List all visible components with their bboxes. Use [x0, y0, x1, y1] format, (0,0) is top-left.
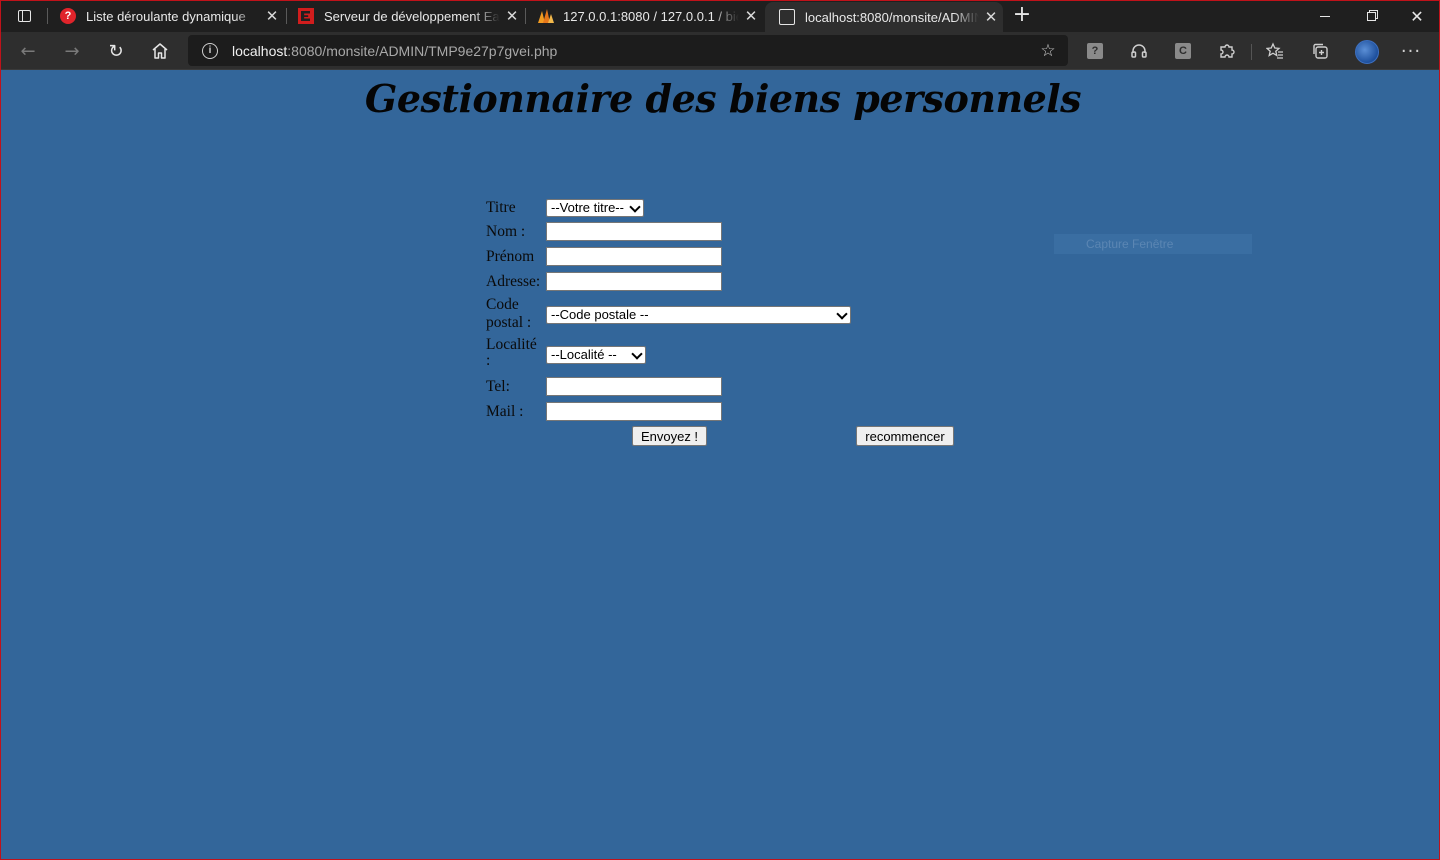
window-border	[0, 0, 1440, 860]
favorites-button[interactable]	[1264, 40, 1286, 62]
capture-window-overlay[interactable]: Capture Fenêtre	[1054, 234, 1252, 254]
forward-button[interactable]: →	[57, 36, 87, 66]
mail-input[interactable]	[546, 402, 722, 421]
phpmyadmin-favicon-icon	[537, 8, 554, 24]
submit-button[interactable]: Envoyez !	[632, 426, 707, 446]
tab-title: Liste déroulante dynamique	[86, 8, 246, 24]
nom-label: Nom :	[486, 223, 526, 240]
c-extension-icon: C	[1175, 43, 1191, 59]
puzzle-icon	[1220, 44, 1235, 58]
easyphp-favicon-icon	[298, 8, 314, 24]
home-button[interactable]	[145, 36, 175, 66]
localite-label-line1: Localité	[486, 336, 537, 353]
prenom-label: Prénom	[486, 248, 535, 265]
add-favorite-icon[interactable]: ☆	[1038, 41, 1058, 61]
chevron-down-icon	[631, 348, 643, 360]
extension-help-button[interactable]: ?	[1084, 40, 1106, 62]
close-tab-icon[interactable]: ✕	[500, 7, 524, 25]
tab-title: 127.0.0.1:8080 / 127.0.0.1 / biens	[563, 8, 739, 24]
tab-liste-deroulante[interactable]: ? Liste déroulante dynamique ✕	[48, 0, 284, 32]
browser-titlebar: ? Liste déroulante dynamique ✕ Serveur d…	[0, 0, 1440, 32]
plus-icon: +	[1012, 2, 1032, 27]
restore-button[interactable]	[1348, 0, 1394, 32]
reset-button[interactable]: recommencer	[856, 426, 954, 446]
tab-actions-menu-button[interactable]	[12, 6, 36, 26]
home-icon	[152, 43, 168, 59]
tab-title: localhost:8080/monsite/ADMIN/TMP9e27p7gv…	[805, 9, 979, 25]
titre-select[interactable]: --Votre titre--	[546, 199, 644, 217]
tab-localhost-active[interactable]: localhost:8080/monsite/ADMIN/TMP9e27p7gv…	[765, 2, 1003, 32]
code-postal-label-line2: postal :	[486, 314, 532, 331]
address-bar[interactable]: i localhost:8080/monsite/ADMIN/TMP9e27p7…	[188, 35, 1068, 66]
tab-easyphp[interactable]: Serveur de développement EasyPHP ✕	[286, 0, 524, 32]
profile-avatar[interactable]	[1355, 40, 1379, 64]
extensions-button[interactable]	[1216, 40, 1238, 62]
adresse-label: Adresse:	[486, 273, 541, 290]
site-info-icon[interactable]: i	[202, 42, 218, 59]
close-tab-icon[interactable]: ✕	[979, 8, 1003, 26]
chevron-down-icon	[629, 201, 641, 213]
chevron-down-icon	[836, 308, 848, 320]
back-button[interactable]: ←	[13, 36, 43, 66]
page-title: Gestionnaire des biens personnels	[364, 76, 1082, 121]
close-tab-icon[interactable]: ✕	[260, 7, 284, 25]
minimize-button[interactable]	[1302, 0, 1348, 32]
extension-headset-button[interactable]	[1128, 40, 1150, 62]
favorites-list-icon	[1266, 42, 1283, 59]
close-window-button[interactable]: ✕	[1394, 0, 1440, 32]
url-path: :8080/monsite/ADMIN/TMP9e27p7gvei.php	[287, 42, 558, 59]
collections-icon	[1313, 43, 1328, 59]
url-host: localhost	[232, 42, 288, 59]
document-favicon-icon	[779, 9, 795, 25]
question-favicon-icon: ?	[60, 8, 76, 24]
code-postal-selected-value: --Code postale --	[551, 307, 649, 322]
arrow-right-icon: →	[64, 40, 80, 62]
browser-toolbar: ← → ↻ i localhost:8080/monsite/ADMIN/TMP…	[0, 32, 1440, 70]
titre-label: Titre	[486, 199, 516, 216]
extension-c-button[interactable]: C	[1172, 40, 1194, 62]
tab-phpmyadmin[interactable]: 127.0.0.1:8080 / 127.0.0.1 / biens ✕	[525, 0, 763, 32]
localite-label-line2: :	[486, 352, 491, 369]
toolbar-separator	[1251, 44, 1252, 60]
mail-label: Mail :	[486, 403, 524, 420]
tel-input[interactable]	[546, 377, 722, 396]
collections-button[interactable]	[1309, 40, 1331, 62]
settings-menu-button[interactable]: ···	[1400, 40, 1422, 62]
close-tab-icon[interactable]: ✕	[739, 7, 763, 25]
new-tab-button[interactable]: +	[1010, 4, 1034, 28]
nom-input[interactable]	[546, 222, 722, 241]
prenom-input[interactable]	[546, 247, 722, 266]
code-postal-label-line1: Code	[486, 296, 519, 313]
adresse-input[interactable]	[546, 272, 722, 291]
titre-selected-value: --Votre titre--	[551, 200, 624, 215]
refresh-icon: ↻	[108, 40, 124, 62]
close-icon: ✕	[1410, 6, 1424, 26]
tab-actions-icon	[17, 10, 31, 22]
help-extension-icon: ?	[1087, 43, 1103, 59]
arrow-left-icon: ←	[20, 40, 36, 62]
headset-icon	[1131, 44, 1147, 58]
code-postal-select[interactable]: --Code postale --	[546, 306, 851, 324]
tel-label: Tel:	[486, 378, 510, 395]
localite-select[interactable]: --Localité --	[546, 346, 646, 364]
more-options-icon: ···	[1400, 40, 1422, 62]
tab-title: Serveur de développement EasyPHP	[324, 8, 500, 24]
localite-selected-value: --Localité --	[551, 347, 617, 362]
refresh-button[interactable]: ↻	[101, 36, 131, 66]
